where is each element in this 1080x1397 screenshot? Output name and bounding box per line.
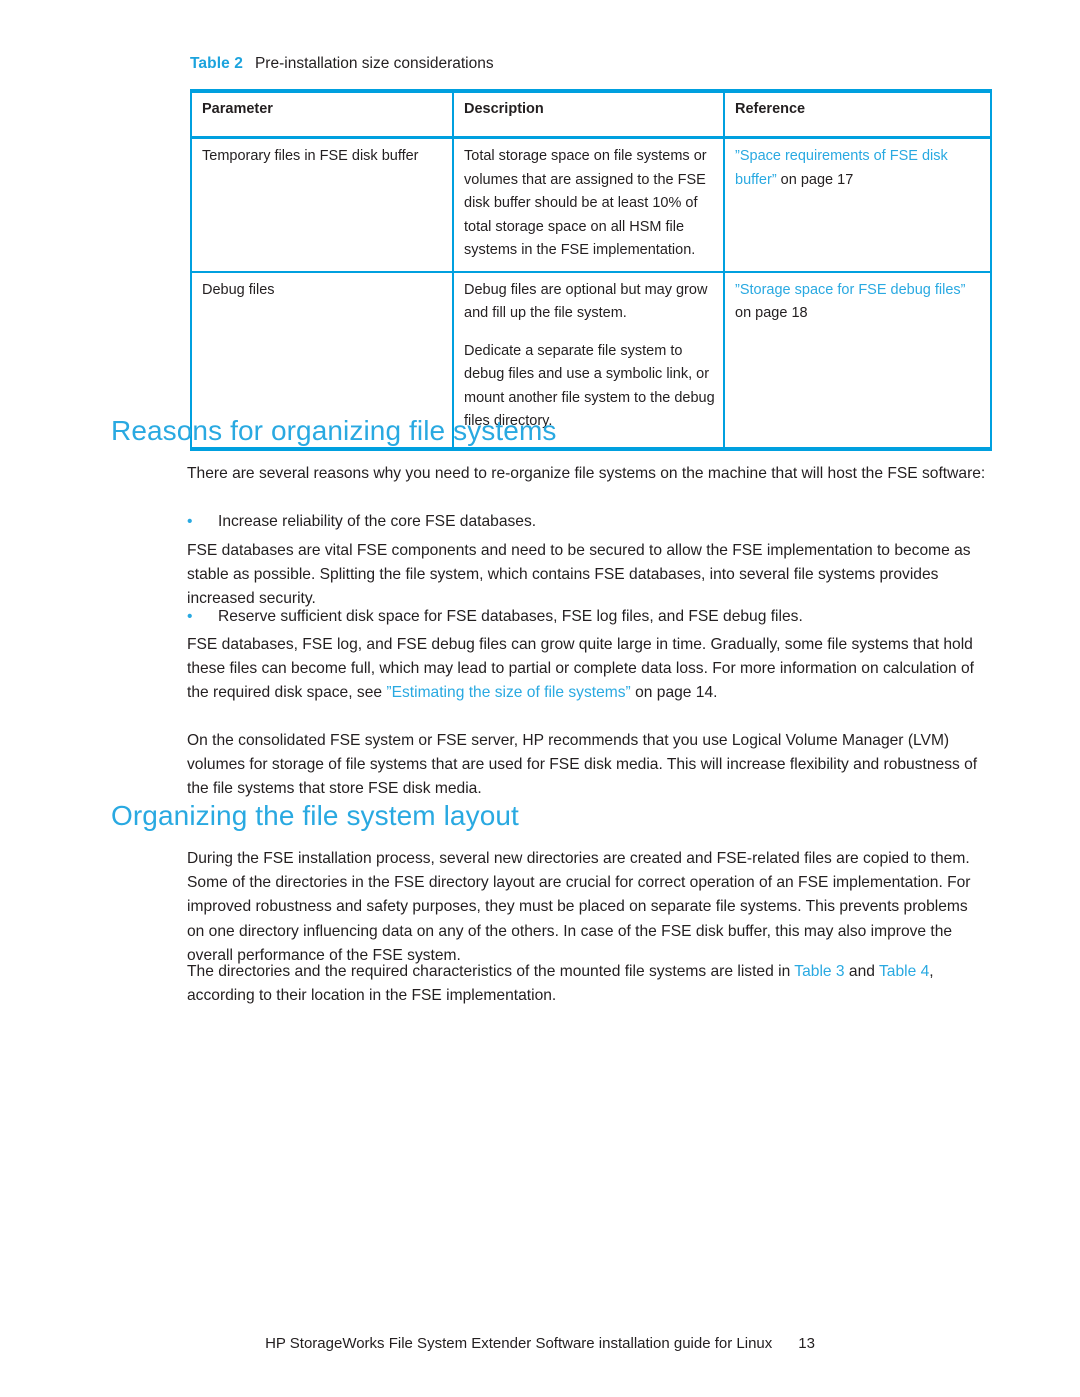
paragraph-directories-listed: The directories and the required charact… xyxy=(187,960,987,1008)
cross-reference-page: on page 18 xyxy=(735,305,808,321)
pre-installation-size-table: Parameter Description Reference Temporar… xyxy=(190,89,992,451)
bullet-text: Increase reliability of the core FSE dat… xyxy=(218,513,537,530)
paragraph-text-post: on page 14. xyxy=(630,684,718,702)
bullet-increase-reliability: • Increase reliability of the core FSE d… xyxy=(187,510,987,534)
footer-title: HP StorageWorks File System Extender Sof… xyxy=(265,1335,773,1352)
cross-reference-link-estimating-size[interactable]: ”Estimating the size of file systems” xyxy=(386,684,630,701)
document-page: Table 2 Pre-installation size considerati… xyxy=(0,0,1080,1397)
table-header-description: Description xyxy=(452,91,725,139)
cross-reference-link[interactable]: ”Storage space for FSE debug files” xyxy=(735,282,966,298)
table-caption-label: Table 2 xyxy=(190,55,243,72)
paragraph-lvm-recommendation: On the consolidated FSE system or FSE se… xyxy=(187,732,978,798)
paragraph-reasons-intro: There are several reasons why you need t… xyxy=(187,465,986,482)
cross-reference-link-table-3[interactable]: Table 3 xyxy=(794,963,844,980)
paragraph-fse-databases-vital: FSE databases are vital FSE components a… xyxy=(187,542,971,608)
cross-reference-link-table-4[interactable]: Table 4 xyxy=(879,963,929,980)
footer-page-number: 13 xyxy=(798,1335,815,1352)
cell-description-paragraph: Debug files are optional but may grow an… xyxy=(464,281,708,322)
table-header-reference: Reference xyxy=(723,91,991,139)
cross-reference-page: on page 17 xyxy=(776,171,854,188)
bullet-reserve-disk-space: • Reserve sufficient disk space for FSE … xyxy=(187,605,987,629)
paragraph-installation-directories: During the FSE installation process, sev… xyxy=(187,850,971,964)
table-header-parameter: Parameter xyxy=(191,91,454,139)
section-heading-organizing-the-file-system-layout: Organizing the file system layout xyxy=(111,800,519,831)
bullet-dot-icon: • xyxy=(187,608,193,625)
cell-reference: ”Storage space for FSE debug files” on p… xyxy=(723,270,991,449)
table-caption-text: Pre-installation size considerations xyxy=(254,55,494,72)
cell-parameter: Temporary files in FSE disk buffer xyxy=(191,137,454,272)
table-header-row: Parameter Description Reference xyxy=(191,91,991,139)
paragraph-text-mid: and xyxy=(844,963,879,980)
bullet-dot-icon: • xyxy=(187,513,193,530)
section-heading-reasons-for-organizing-file-systems: Reasons for organizing file systems xyxy=(111,415,557,446)
bullet-text: Reserve sufficient disk space for FSE da… xyxy=(218,608,803,625)
paragraph-text-pre: The directories and the required charact… xyxy=(187,963,795,980)
table-row: Temporary files in FSE disk buffer Total… xyxy=(191,137,991,272)
page-footer: HP StorageWorks File System Extender Sof… xyxy=(0,1334,1080,1354)
cell-reference: ”Space requirements of FSE disk buffer” … xyxy=(723,137,991,272)
paragraph-fse-databases-grow: FSE databases, FSE log, and FSE debug fi… xyxy=(187,633,987,706)
table-caption: Table 2 Pre-installation size considerati… xyxy=(190,54,494,74)
cell-description: Total storage space on file systems or v… xyxy=(452,137,725,272)
